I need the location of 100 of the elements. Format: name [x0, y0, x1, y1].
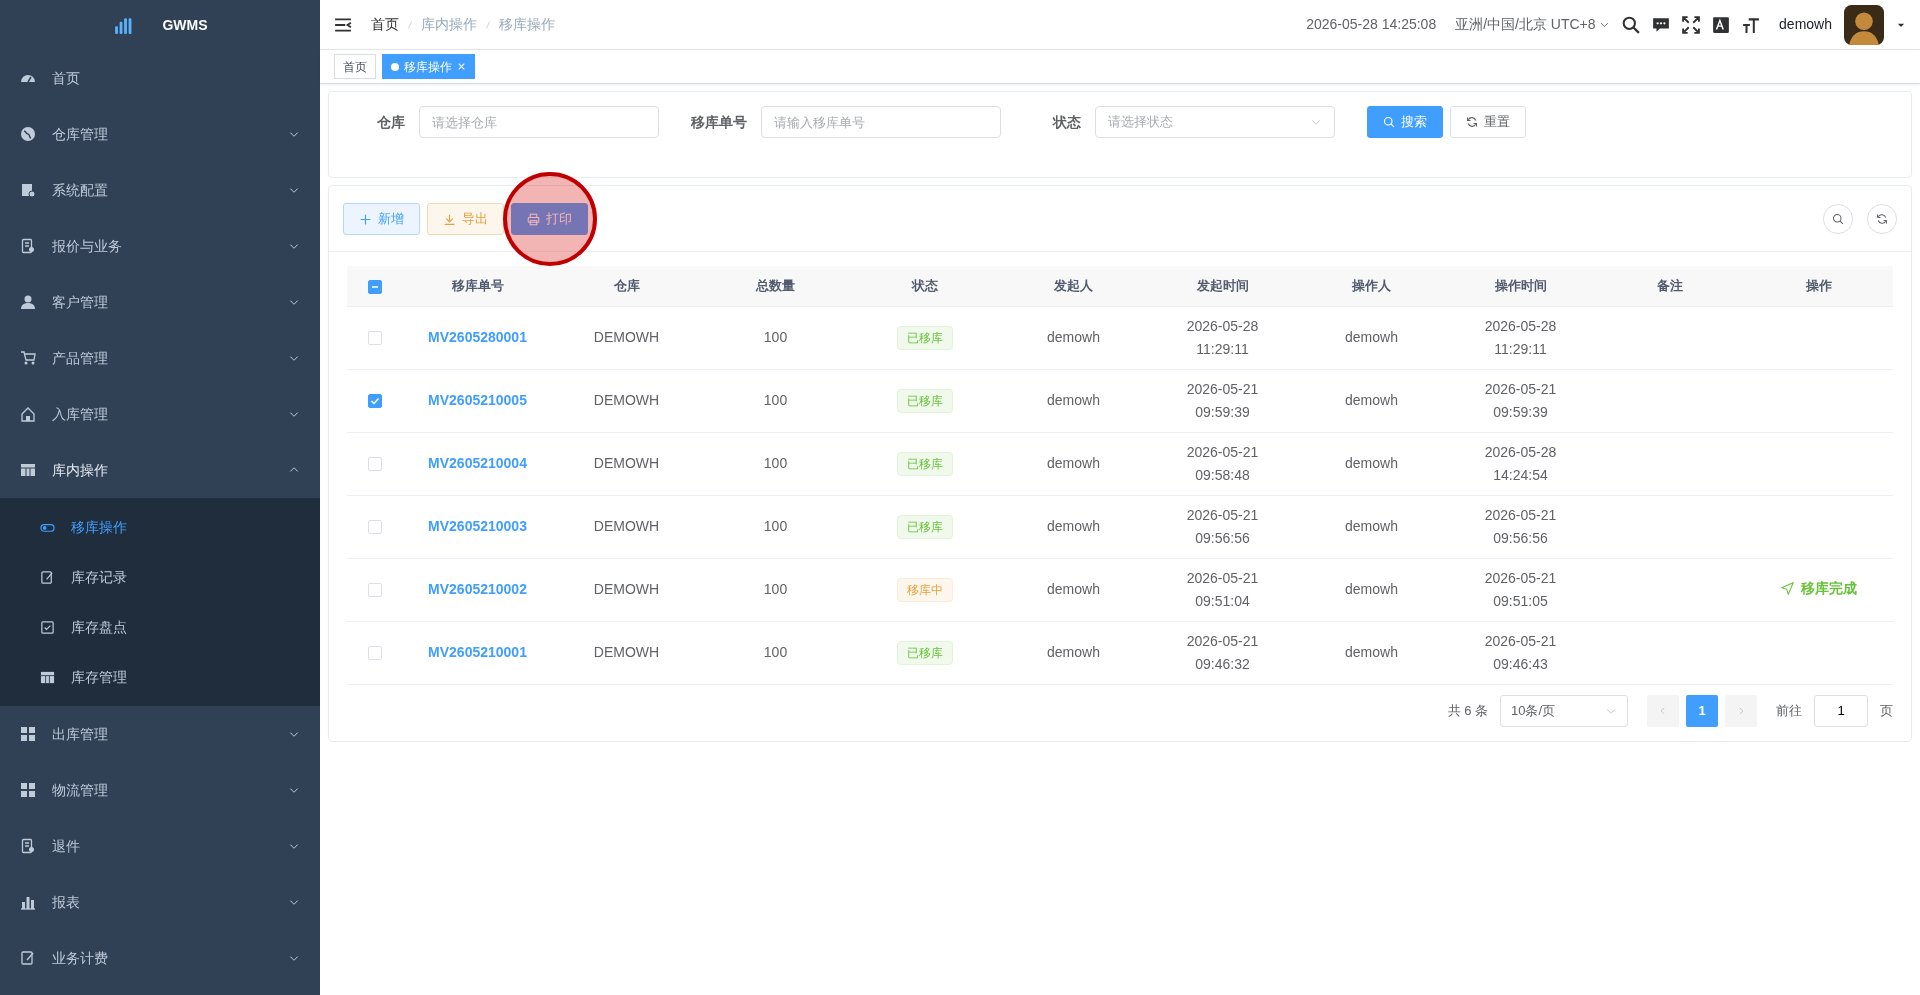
table-cell: 100 [763, 644, 788, 660]
cart-icon [20, 350, 36, 366]
chevron-left-icon [1658, 705, 1668, 716]
table-cell-text: 2026-05-28 11:29:11 [1186, 316, 1259, 359]
table-cell-text: 2026-05-21 09:51:04 [1186, 568, 1259, 611]
timezone-selector[interactable]: 亚洲/中国/北京 UTC+8 [1455, 14, 1611, 35]
input-field[interactable]: 请输入移库单号 [761, 106, 1001, 138]
status-tag: 已移库 [896, 451, 953, 476]
column-header: 备注 [1656, 278, 1683, 293]
sidebar-item[interactable]: 入库管理 [0, 386, 320, 442]
tab[interactable]: 首页 [334, 54, 376, 79]
status-tag: 移库中 [896, 577, 953, 602]
field-label: 移库单号 [691, 112, 747, 132]
reset-button[interactable]: 重置 [1450, 106, 1526, 138]
grid-icon [20, 726, 36, 742]
table-cell: DEMOWH [593, 518, 660, 534]
sidebar-item[interactable]: 出库管理 [0, 706, 320, 762]
table-cell-text: 2026-05-21 09:58:48 [1186, 442, 1259, 485]
table-cell: DEMOWH [593, 455, 660, 471]
field-label: 状态 [1053, 112, 1081, 132]
sidebar-item[interactable]: 物流管理 [0, 762, 320, 818]
sidebar-item[interactable]: 退件 [0, 818, 320, 874]
search-icon[interactable] [1622, 15, 1641, 34]
column-header: 操作人 [1352, 278, 1391, 293]
bar-chart-icon [20, 894, 36, 910]
page-input[interactable]: 1 [1814, 694, 1868, 727]
table-cell: 100 [763, 518, 788, 534]
table-icon [20, 462, 36, 478]
table-cell: demowh [1345, 644, 1398, 660]
table-cell: demowh [1047, 392, 1100, 408]
checkbox-icon [40, 619, 55, 635]
table-cell-text: 2026-05-21 09:46:43 [1484, 631, 1557, 674]
table-cell-text: 2026-05-28 11:29:11 [1484, 316, 1557, 359]
close-icon[interactable] [457, 62, 466, 71]
submenu-item[interactable]: 移库操作 [0, 502, 320, 552]
dot-icon [391, 62, 399, 71]
table-cell: 100 [763, 329, 788, 345]
column-header: 操作 [1805, 278, 1832, 293]
refresh-icon [1466, 116, 1478, 128]
table-cell-text: 2026-05-21 09:56:56 [1484, 505, 1557, 548]
sidebar-item[interactable]: 报表 [0, 874, 320, 930]
refresh-button[interactable] [1867, 204, 1897, 234]
goto-suffix: 页 [1880, 701, 1893, 720]
status-tag: 已移库 [896, 388, 953, 413]
column-header: 状态 [911, 278, 938, 293]
breadcrumb-item[interactable]: 首页 [371, 14, 399, 35]
plus-icon [359, 212, 372, 226]
sidebar-item[interactable]: 业务计费 [0, 930, 320, 986]
table-cell: demowh [1047, 581, 1100, 597]
table-cell-text: 2026-05-21 09:59:39 [1484, 379, 1557, 422]
table-cell: demowh [1047, 644, 1100, 660]
status-tag: 已移库 [896, 514, 953, 539]
checkbox[interactable] [368, 279, 382, 294]
logo-text: GWMS [162, 15, 208, 35]
chat-icon[interactable] [1652, 15, 1671, 34]
table-cell: 100 [763, 455, 788, 471]
table-cell: DEMOWH [593, 392, 660, 408]
page-size-select[interactable]: 10条/页 [1500, 694, 1628, 727]
grid-icon [20, 782, 36, 798]
sidebar-item[interactable]: 产品管理 [0, 330, 320, 386]
input-field[interactable]: 请选择仓库 [419, 106, 659, 138]
sidebar-item[interactable]: 首页 [0, 50, 320, 106]
table-cell: demowh [1345, 581, 1398, 597]
edit-icon [40, 569, 55, 585]
table-cell: 100 [763, 392, 788, 408]
sidebar-item[interactable]: 系统配置 [0, 162, 320, 218]
menu-icon[interactable] [334, 15, 352, 34]
document-icon [20, 238, 36, 254]
username[interactable]: demowh [1779, 14, 1832, 35]
table-cell: demowh [1345, 518, 1398, 534]
submenu-item[interactable]: 库存记录 [0, 552, 320, 602]
table-cell: demowh [1047, 518, 1100, 534]
table-cell: demowh [1345, 455, 1398, 471]
separator-icon [484, 18, 492, 31]
sidebar-item[interactable]: 仓库管理 [0, 106, 320, 162]
table-cell: demowh [1047, 329, 1100, 345]
table-cell-text: 2026-05-21 09:51:05 [1484, 568, 1557, 611]
checkbox[interactable] [368, 394, 382, 409]
submenu-item[interactable]: 库存盘点 [0, 602, 320, 652]
table-cell-text: 2026-05-21 09:46:32 [1186, 631, 1259, 674]
translate-icon[interactable] [1712, 15, 1731, 34]
datetime-text: 2026-05-28 14:25:08 [1306, 15, 1437, 34]
search-toggle-button[interactable] [1823, 204, 1853, 234]
avatar-icon[interactable] [1844, 4, 1884, 45]
table-cell: DEMOWH [593, 644, 660, 660]
printer-icon [527, 212, 540, 226]
sidebar-item[interactable]: 库内操作 [0, 442, 320, 498]
edit-icon [20, 950, 36, 966]
submenu-item[interactable]: 库存管理 [0, 652, 320, 702]
table-cell-text: 2026-05-21 09:56:56 [1186, 505, 1259, 548]
sidebar-item[interactable]: 客户管理 [0, 274, 320, 330]
chevron-right-icon [1736, 705, 1746, 716]
column-header: 仓库 [613, 278, 640, 293]
fullscreen-icon[interactable] [1682, 15, 1701, 34]
separator-icon [406, 18, 414, 31]
font-size-icon[interactable] [1742, 15, 1761, 34]
user-icon [20, 294, 36, 310]
table-cell: DEMOWH [593, 329, 660, 345]
document-icon [20, 838, 36, 854]
sidebar-item[interactable]: 报价与业务 [0, 218, 320, 274]
